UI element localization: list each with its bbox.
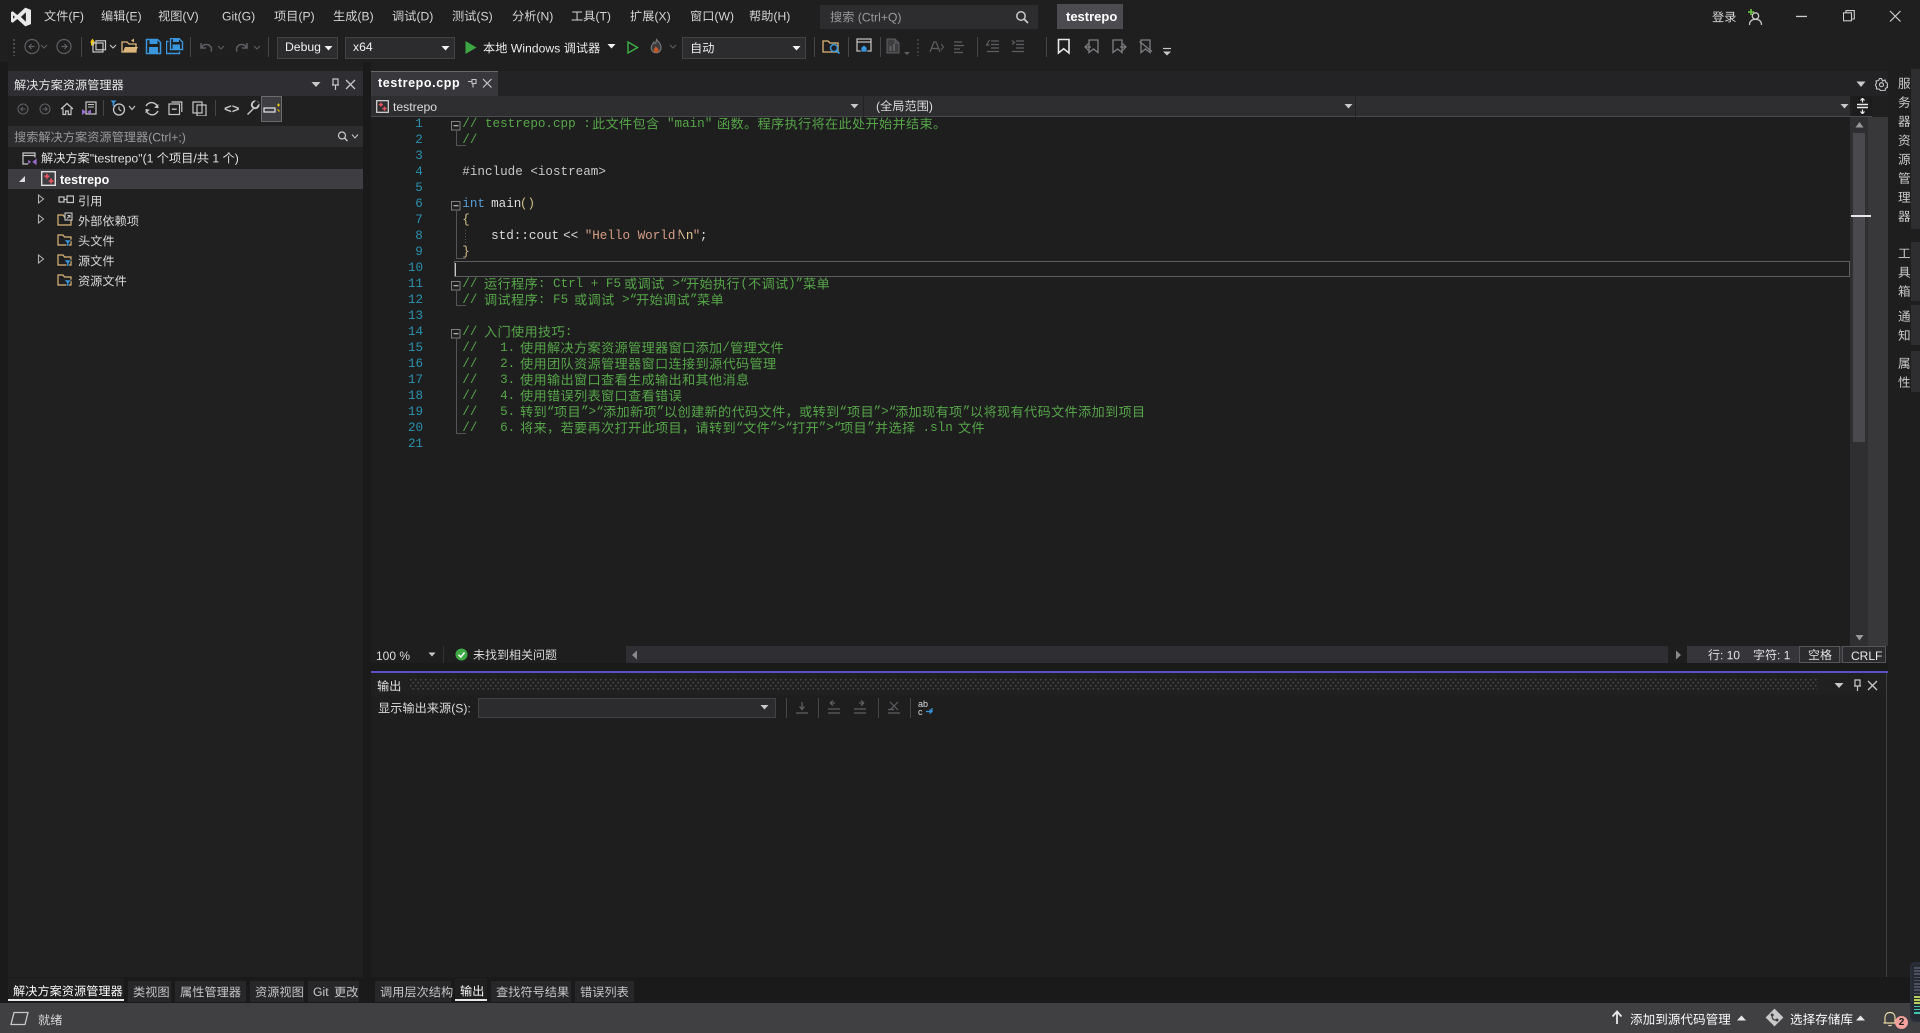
svg-text:c: c <box>918 707 923 717</box>
